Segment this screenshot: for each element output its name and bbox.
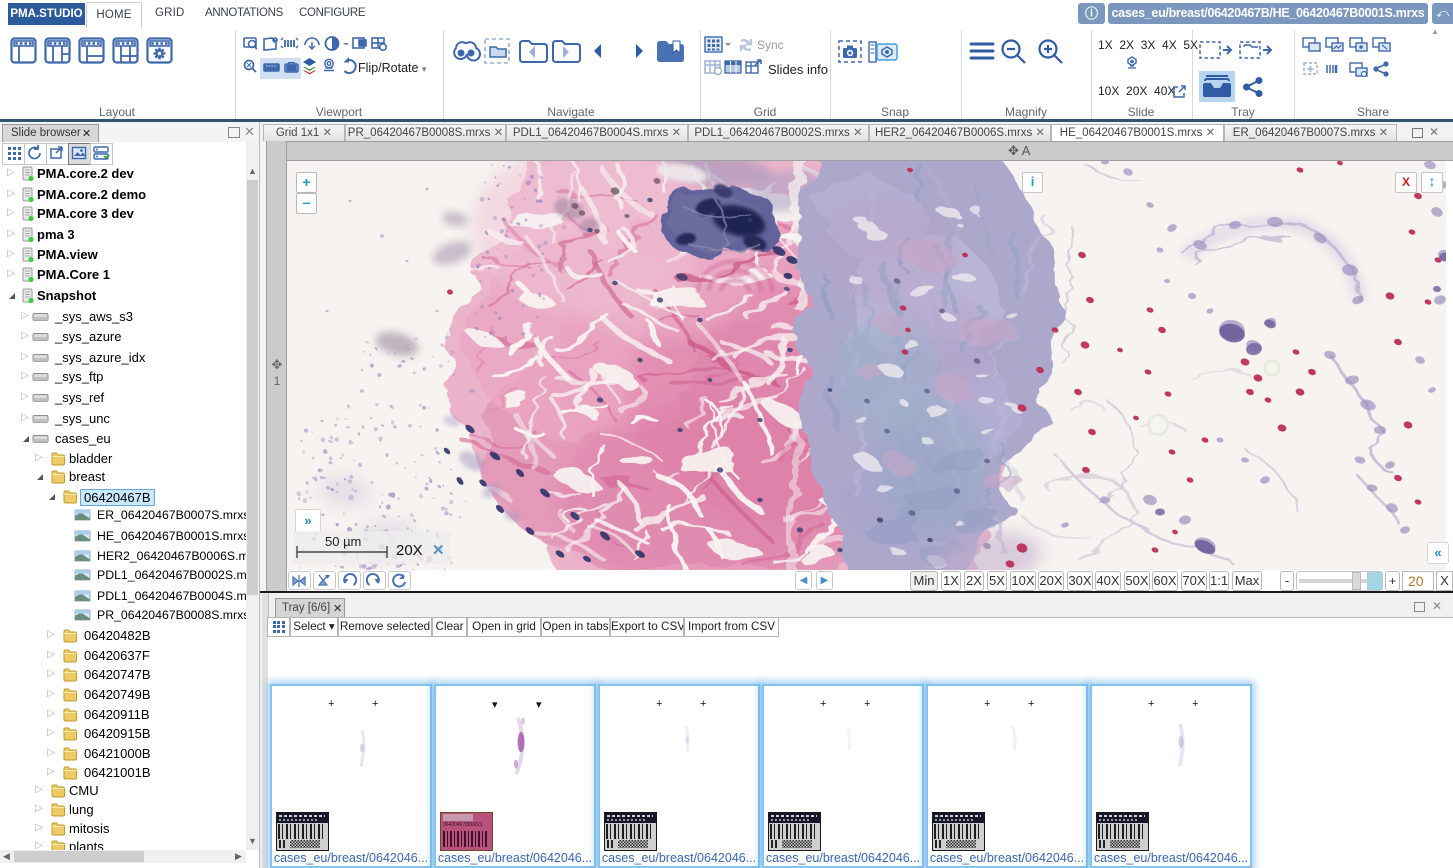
svg-text:Sync: Sync — [757, 38, 784, 52]
